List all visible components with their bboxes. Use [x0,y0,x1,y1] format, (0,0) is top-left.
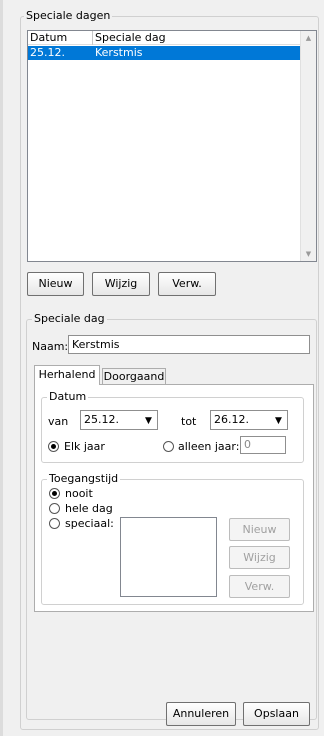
tab-herhalend[interactable]: Herhalend [34,365,100,385]
access-delete-button[interactable]: Verw. [229,575,290,598]
new-special-day-button[interactable]: Nieuw [27,272,84,296]
save-button[interactable]: Opslaan [243,702,310,726]
window-left-border [0,0,3,736]
cancel-button[interactable]: Annuleren [166,702,236,726]
access-new-button[interactable]: Nieuw [229,518,290,541]
special-label[interactable]: speciaal: [65,517,114,530]
chevron-down-icon[interactable]: ▼ [272,413,285,428]
from-date-value: 25.12. [84,413,119,426]
vertical-scrollbar[interactable]: ▲ ▼ [300,31,316,261]
access-time-group-label: Toegangstijd [47,472,121,485]
special-days-group-label: Speciale dagen [24,9,113,22]
to-date-value: 26.12. [214,413,249,426]
delete-special-day-button[interactable]: Verw. [158,272,216,296]
only-year-radio[interactable] [163,441,174,452]
tab-strip: Herhalend Doorgaand [34,365,314,385]
table-row[interactable]: 25.12. Kerstmis [28,46,300,60]
special-radio[interactable] [49,518,60,529]
every-year-radio[interactable] [48,441,59,452]
name-label: Naam: [32,340,69,353]
edit-special-day-button[interactable]: Wijzig [92,272,150,296]
column-header-date[interactable]: Datum [28,31,93,45]
never-label[interactable]: nooit [65,487,93,500]
column-header-special-day[interactable]: Speciale dag [93,31,300,45]
name-field[interactable]: Kerstmis [68,335,310,354]
special-day-group-label: Speciale dag [32,312,107,325]
to-date-select[interactable]: 26.12. ▼ [210,410,288,430]
date-group-label: Datum [47,390,89,403]
scroll-up-icon[interactable]: ▲ [301,31,316,45]
never-radio[interactable] [49,488,60,499]
access-edit-button[interactable]: Wijzig [229,546,290,569]
whole-day-radio[interactable] [49,503,60,514]
from-label: van [48,415,69,428]
tab-doorgaand[interactable]: Doorgaand [102,368,166,385]
row-date: 25.12. [30,46,65,59]
special-days-list[interactable]: Datum Speciale dag 25.12. Kerstmis ▲ ▼ [27,30,317,262]
every-year-label[interactable]: Elk jaar [64,440,105,453]
access-time-list[interactable] [120,517,217,597]
scroll-down-icon[interactable]: ▼ [301,247,316,261]
row-name: Kerstmis [95,46,143,59]
to-label: tot [181,415,197,428]
whole-day-label[interactable]: hele dag [65,502,113,515]
from-date-select[interactable]: 25.12. ▼ [80,410,158,430]
list-header: Datum Speciale dag [28,31,300,45]
only-year-field[interactable]: 0 [240,436,286,454]
only-year-label[interactable]: alleen jaar: [178,440,239,453]
chevron-down-icon[interactable]: ▼ [142,413,155,428]
